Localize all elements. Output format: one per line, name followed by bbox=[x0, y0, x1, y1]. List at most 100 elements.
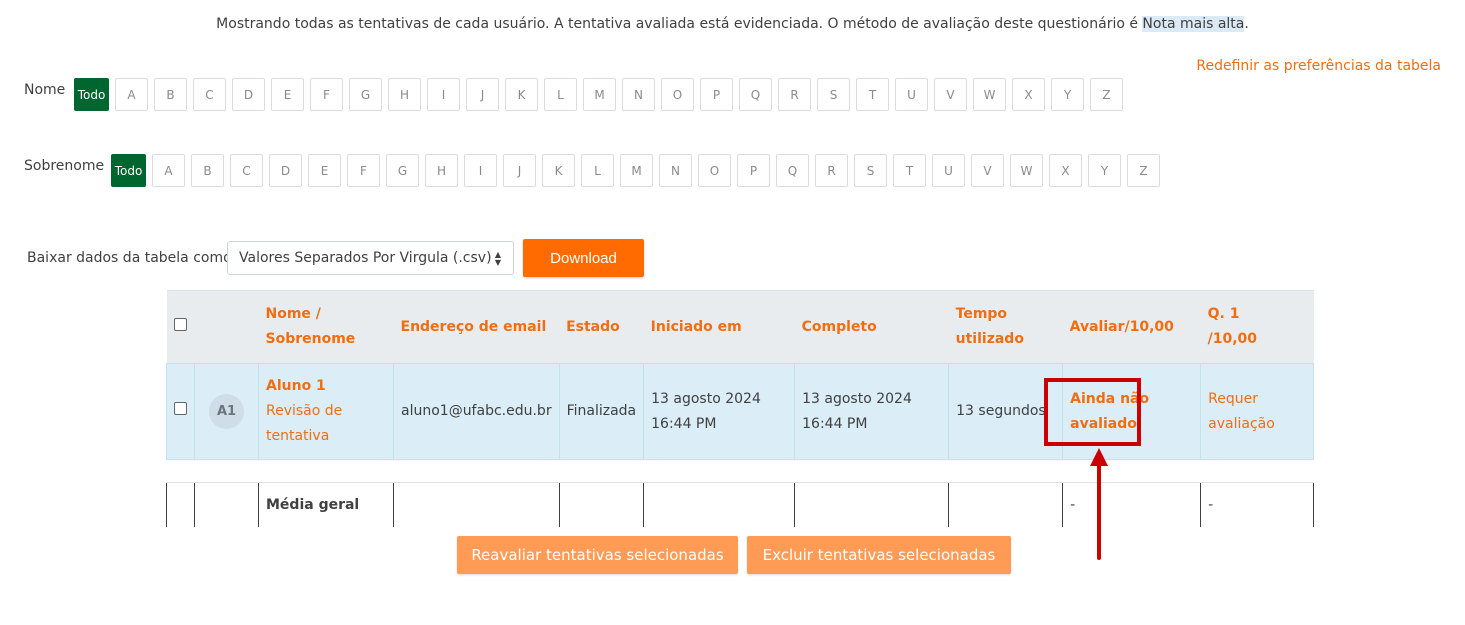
started-date: 13 agosto 2024 bbox=[651, 390, 761, 407]
header-completed[interactable]: Completo bbox=[794, 290, 949, 364]
annotation-highlight-box bbox=[1044, 378, 1141, 446]
spacer-cell bbox=[166, 459, 1314, 483]
firstname-initial-s[interactable]: S bbox=[817, 78, 850, 111]
lastname-initial-t[interactable]: T bbox=[893, 154, 926, 187]
header-grade[interactable]: Avaliar/10,00 bbox=[1062, 290, 1201, 364]
lastname-initial-n[interactable]: N bbox=[659, 154, 692, 187]
lastname-initial-d[interactable]: D bbox=[269, 154, 302, 187]
download-label: Baixar dados da tabela como bbox=[27, 250, 232, 266]
q1-requires-grading-link[interactable]: Requer avaliação bbox=[1208, 387, 1278, 437]
lastname-initial-g[interactable]: G bbox=[386, 154, 419, 187]
download-format-select[interactable]: Valores Separados Por Virgula (.csv) ▲ ▼ bbox=[227, 241, 514, 275]
firstname-initial-v[interactable]: V bbox=[934, 78, 967, 111]
lastname-initial-a[interactable]: A bbox=[152, 154, 185, 187]
firstname-initial-d[interactable]: D bbox=[232, 78, 265, 111]
info-prefix: Mostrando todas as tentativas de cada us… bbox=[216, 16, 1143, 32]
avg-cell-empty bbox=[558, 482, 645, 527]
lastname-initial-f[interactable]: F bbox=[347, 154, 380, 187]
lastname-initial-p[interactable]: P bbox=[737, 154, 770, 187]
firstname-initial-f[interactable]: F bbox=[310, 78, 343, 111]
lastname-initial-m[interactable]: M bbox=[620, 154, 653, 187]
firstname-initial-q[interactable]: Q bbox=[739, 78, 772, 111]
firstname-initial-u[interactable]: U bbox=[895, 78, 928, 111]
spacer-row bbox=[166, 459, 1314, 483]
email-cell: aluno1@ufabc.edu.br bbox=[393, 363, 560, 460]
header-email[interactable]: Endereço de email bbox=[393, 290, 560, 364]
lastname-initial-q[interactable]: Q bbox=[776, 154, 809, 187]
firstname-initial-a[interactable]: A bbox=[115, 78, 148, 111]
average-grade: - bbox=[1062, 482, 1202, 527]
header-time-taken[interactable]: Tempo utilizado bbox=[948, 290, 1063, 364]
download-button[interactable]: Download bbox=[523, 239, 644, 277]
lastname-initial-s[interactable]: S bbox=[854, 154, 887, 187]
delete-selected-button[interactable]: Excluir tentativas selecionadas bbox=[747, 536, 1011, 574]
firstname-initial-all[interactable]: Todo bbox=[74, 78, 109, 111]
row-checkbox[interactable] bbox=[174, 402, 187, 415]
avatar[interactable]: A1 bbox=[209, 394, 244, 429]
lastname-initial-w[interactable]: W bbox=[1010, 154, 1043, 187]
completed-cell: 13 agosto 2024 16:44 PM bbox=[794, 363, 950, 460]
firstname-initial-o[interactable]: O bbox=[661, 78, 694, 111]
header-picture bbox=[194, 290, 259, 364]
reset-table-preferences-link[interactable]: Redefinir as preferências da tabela bbox=[1196, 58, 1441, 74]
lastname-initial-b[interactable]: B bbox=[191, 154, 224, 187]
lastname-initial-e[interactable]: E bbox=[308, 154, 341, 187]
firstname-initial-k[interactable]: K bbox=[505, 78, 538, 111]
lastname-initials-bar: Todo ABCDEFGHIJKLMNOPQRSTUVWXYZ bbox=[111, 154, 1160, 187]
firstname-initial-y[interactable]: Y bbox=[1051, 78, 1084, 111]
sort-firstname[interactable]: Nome bbox=[266, 306, 311, 322]
lastname-initial-c[interactable]: C bbox=[230, 154, 263, 187]
lastname-initial-l[interactable]: L bbox=[581, 154, 614, 187]
firstname-initial-z[interactable]: Z bbox=[1090, 78, 1123, 111]
firstname-initial-g[interactable]: G bbox=[349, 78, 382, 111]
started-cell: 13 agosto 2024 16:44 PM bbox=[643, 363, 796, 460]
grading-method: Nota mais alta bbox=[1142, 16, 1245, 32]
firstname-initial-n[interactable]: N bbox=[622, 78, 655, 111]
started-time: 16:44 PM bbox=[651, 415, 717, 432]
lastname-initial-all[interactable]: Todo bbox=[111, 154, 146, 187]
average-label: Média geral bbox=[258, 482, 394, 527]
firstname-initial-t[interactable]: T bbox=[856, 78, 889, 111]
lastname-initial-o[interactable]: O bbox=[698, 154, 731, 187]
lastname-initial-r[interactable]: R bbox=[815, 154, 848, 187]
attempts-table: Nome / Sobrenome Endereço de email Estado… bbox=[166, 290, 1315, 527]
firstname-initial-r[interactable]: R bbox=[778, 78, 811, 111]
firstname-initial-i[interactable]: I bbox=[427, 78, 460, 111]
firstname-initial-x[interactable]: X bbox=[1012, 78, 1045, 111]
firstname-initial-b[interactable]: B bbox=[154, 78, 187, 111]
header-q1[interactable]: Q. 1/10,00 bbox=[1200, 290, 1314, 364]
regrade-selected-button[interactable]: Reavaliar tentativas selecionadas bbox=[457, 536, 738, 574]
lastname-initial-u[interactable]: U bbox=[932, 154, 965, 187]
firstname-initial-h[interactable]: H bbox=[388, 78, 421, 111]
header-started[interactable]: Iniciado em bbox=[643, 290, 795, 364]
firstname-initial-p[interactable]: P bbox=[700, 78, 733, 111]
firstname-initial-w[interactable]: W bbox=[973, 78, 1006, 111]
avg-cell-empty bbox=[166, 482, 195, 527]
avg-cell-empty bbox=[194, 482, 259, 527]
firstname-initial-l[interactable]: L bbox=[544, 78, 577, 111]
firstname-initial-e[interactable]: E bbox=[271, 78, 304, 111]
lastname-initial-v[interactable]: V bbox=[971, 154, 1004, 187]
lastname-initial-x[interactable]: X bbox=[1049, 154, 1082, 187]
average-q1: - bbox=[1200, 482, 1315, 527]
table-row: A1 Aluno 1 Revisão de tentativa aluno1@uf… bbox=[166, 363, 1315, 460]
review-attempt-link[interactable]: Revisão de tentativa bbox=[266, 403, 342, 444]
lastname-initial-z[interactable]: Z bbox=[1127, 154, 1160, 187]
lastname-initial-i[interactable]: I bbox=[464, 154, 497, 187]
lastname-initial-k[interactable]: K bbox=[542, 154, 575, 187]
firstname-initial-j[interactable]: J bbox=[466, 78, 499, 111]
lastname-initial-y[interactable]: Y bbox=[1088, 154, 1121, 187]
sort-lastname[interactable]: Sobrenome bbox=[266, 331, 356, 347]
student-name-link[interactable]: Aluno 1 bbox=[266, 378, 326, 394]
firstname-initial-m[interactable]: M bbox=[583, 78, 616, 111]
lastname-initial-j[interactable]: J bbox=[503, 154, 536, 187]
header-state[interactable]: Estado bbox=[559, 290, 644, 364]
header-name[interactable]: Nome / Sobrenome bbox=[258, 290, 394, 364]
select-all-checkbox[interactable] bbox=[173, 317, 187, 331]
select-arrows-icon: ▲ ▼ bbox=[494, 250, 501, 267]
lastname-initial-h[interactable]: H bbox=[425, 154, 458, 187]
avg-cell-empty bbox=[948, 482, 1064, 527]
info-suffix: . bbox=[1244, 16, 1249, 32]
annotation-arrow-icon bbox=[1090, 448, 1108, 560]
firstname-initial-c[interactable]: C bbox=[193, 78, 226, 111]
